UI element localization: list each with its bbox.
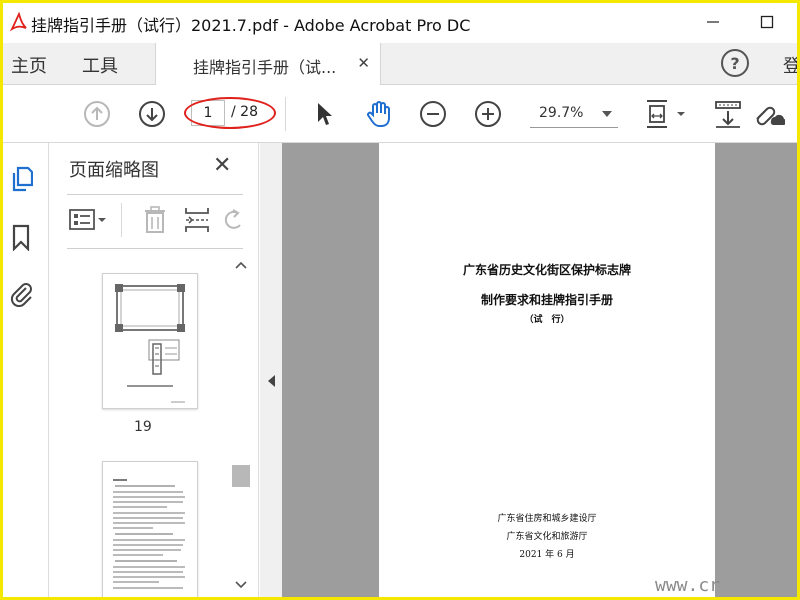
- window-title: 挂牌指引手册（试行）2021.7.pdf - Adobe Acrobat Pro…: [31, 16, 471, 35]
- fit-page-icon: [647, 100, 685, 128]
- scroll-mode-icon: [715, 101, 741, 128]
- chevron-down-icon: [602, 111, 612, 117]
- select-tool-button[interactable]: [312, 99, 336, 129]
- watermark-text: www.cr: [655, 575, 721, 596]
- doc-title-line2: 制作要求和挂牌指引手册: [480, 293, 613, 307]
- paperclip-icon[interactable]: [9, 279, 33, 307]
- options-menu-button[interactable]: [69, 206, 111, 234]
- zoom-value: 29.7%: [539, 105, 584, 121]
- maximize-button[interactable]: [747, 7, 787, 37]
- document-tab-label: 挂牌指引手册（试...: [193, 58, 337, 77]
- share-link-button[interactable]: [753, 99, 785, 129]
- minimize-button[interactable]: [693, 7, 733, 37]
- pdf-page: 广东省历史文化街区保护标志牌 制作要求和挂牌指引手册 （试 行） 广东省住房和城…: [379, 143, 715, 597]
- delete-page-button[interactable]: [142, 205, 168, 235]
- page-thumbnail-image: [115, 284, 185, 403]
- minimize-icon: [707, 21, 719, 23]
- collapse-arrow-icon[interactable]: [268, 375, 275, 387]
- zoom-out-button[interactable]: [419, 100, 447, 128]
- fit-page-button[interactable]: [643, 97, 689, 131]
- doc-org1: 广东省住房和城乡建设厅: [497, 514, 597, 524]
- thumbnail-list: 19: [50, 249, 230, 597]
- menu-bar: 主页 工具: [3, 43, 797, 85]
- page-thumbnail-label: 19: [134, 419, 152, 435]
- doc-subtitle: （试 行）: [524, 315, 570, 325]
- panel-close-icon[interactable]: ✕: [213, 153, 231, 178]
- next-page-button[interactable]: [138, 100, 166, 128]
- arrow-up-circle-icon: [84, 101, 110, 127]
- cursor-icon: [318, 103, 332, 125]
- doc-date: 2021 年 6 月: [519, 550, 575, 560]
- plus-circle-icon: [475, 101, 501, 127]
- prev-page-button[interactable]: [83, 100, 111, 128]
- doc-title-line1: 广东省历史文化街区保护标志牌: [462, 263, 631, 277]
- zoom-in-button[interactable]: [474, 100, 502, 128]
- bookmark-icon[interactable]: [9, 223, 33, 251]
- share-link-icon: [756, 106, 785, 126]
- panel-collapse-strip[interactable]: [260, 143, 282, 597]
- panel-divider: [67, 194, 243, 195]
- menu-home[interactable]: 主页: [11, 52, 47, 78]
- toolbar-divider: [285, 97, 286, 131]
- chevron-up-icon: [235, 261, 247, 269]
- page-thumbnails-panel: 页面缩略图 ✕ 19: [50, 143, 259, 597]
- acrobat-logo-icon: [9, 11, 27, 32]
- help-button[interactable]: ?: [721, 49, 749, 77]
- chevron-down-icon: [235, 581, 247, 589]
- rotate-icon: [224, 209, 241, 229]
- left-navigation-rail: [3, 143, 49, 597]
- doc-org2: 广东省文化和旅游厅: [506, 532, 588, 542]
- maximize-icon: [760, 15, 774, 29]
- thumbnails-icon[interactable]: [9, 165, 33, 193]
- page-thumbnail-image: [113, 479, 185, 589]
- insert-page-icon: [185, 208, 209, 232]
- zoom-select[interactable]: 29.7%: [530, 102, 618, 128]
- app-window: 挂牌指引手册（试行）2021.7.pdf - Adobe Acrobat Pro…: [0, 0, 800, 600]
- scrollbar-thumb[interactable]: [232, 465, 250, 487]
- login-link[interactable]: 登: [783, 52, 797, 78]
- menu-tools[interactable]: 工具: [82, 52, 118, 78]
- trash-icon: [145, 206, 165, 233]
- options-list-icon: [69, 209, 106, 230]
- minus-circle-icon: [420, 101, 446, 127]
- hand-tool-button[interactable]: [363, 98, 395, 130]
- panel-title: 页面缩略图: [69, 160, 159, 181]
- insert-page-button[interactable]: [183, 205, 211, 235]
- hand-icon: [367, 101, 390, 127]
- thumbnail-scrollbar[interactable]: [231, 253, 251, 593]
- page-thumbnail[interactable]: [102, 461, 198, 597]
- arrow-down-circle-icon: [139, 101, 165, 127]
- tab-close-icon[interactable]: ✕: [357, 54, 370, 72]
- highlight-annotation: [184, 97, 276, 129]
- title-bar: 挂牌指引手册（试行）2021.7.pdf - Adobe Acrobat Pro…: [3, 3, 797, 43]
- rotate-page-button[interactable]: [222, 207, 244, 233]
- panel-toolbar-divider: [121, 203, 122, 237]
- scroll-mode-button[interactable]: [713, 99, 743, 129]
- page-thumbnail[interactable]: [102, 273, 198, 409]
- document-tab[interactable]: 挂牌指引手册（试... ✕: [155, 43, 381, 86]
